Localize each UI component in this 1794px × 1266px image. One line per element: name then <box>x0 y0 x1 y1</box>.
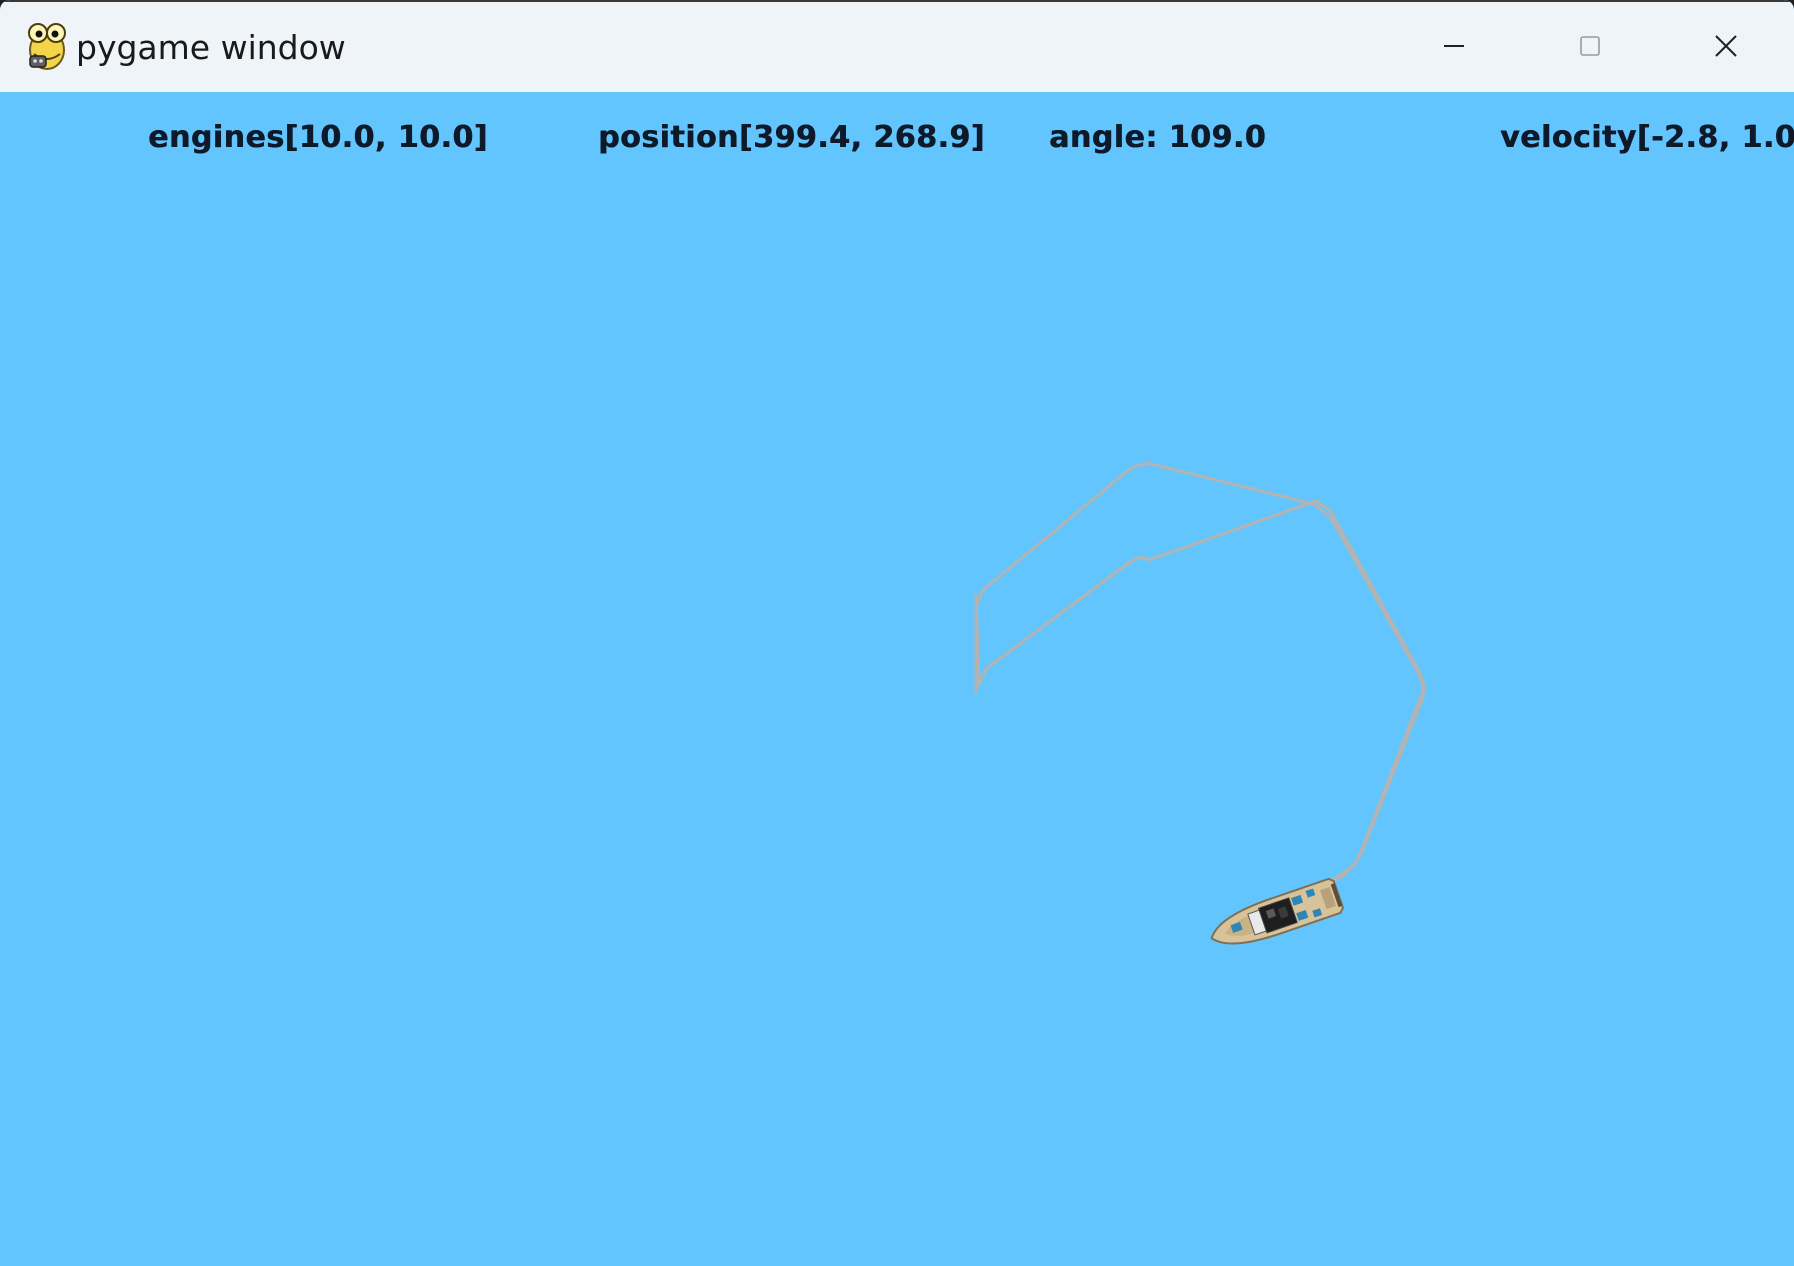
close-button[interactable] <box>1658 2 1794 90</box>
window-title: pygame window <box>76 28 346 67</box>
boat-trail-main <box>974 461 1426 884</box>
game-canvas[interactable]: engines[10.0, 10.0] position[399.4, 268.… <box>0 92 1794 1266</box>
title-bar[interactable]: pygame window <box>0 0 1794 92</box>
minimize-icon <box>1442 34 1466 58</box>
game-scene <box>974 461 1426 945</box>
boat-sprite <box>1210 877 1345 945</box>
minimize-button[interactable] <box>1386 2 1522 90</box>
close-icon <box>1713 33 1739 59</box>
app-window: pygame window engines[10.0, 10.0] positi… <box>0 0 1794 1266</box>
pygame-snake-icon <box>24 20 70 74</box>
maximize-button[interactable] <box>1522 2 1658 90</box>
maximize-icon <box>1578 34 1602 58</box>
boat-trail <box>974 499 1426 884</box>
